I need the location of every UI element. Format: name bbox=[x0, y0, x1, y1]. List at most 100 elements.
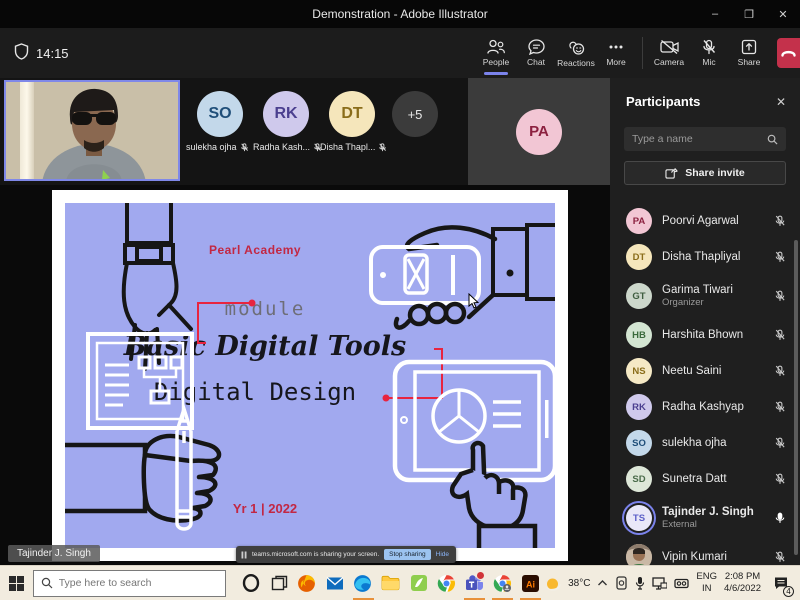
participant-row-radha[interactable]: RK Radha Kashyap bbox=[610, 389, 800, 425]
mic-off-icon bbox=[770, 365, 786, 377]
spotlight-tile-poorvi[interactable]: PA bbox=[468, 78, 610, 185]
edge-icon[interactable] bbox=[349, 566, 377, 600]
illustrator-icon[interactable]: Ai bbox=[516, 566, 544, 600]
language-indicator[interactable]: ENG IN bbox=[696, 571, 717, 595]
reactions-button[interactable]: Reactions bbox=[556, 28, 596, 78]
avatar-disha[interactable]: DT bbox=[329, 91, 375, 137]
toolbar-divider bbox=[642, 37, 643, 69]
avatar-name-disha: Disha Thapl... bbox=[320, 142, 387, 152]
illustrator-canvas: Pearl Academy module Basic Digital Tools… bbox=[52, 190, 568, 561]
share-invite-button[interactable]: Share invite bbox=[624, 161, 786, 185]
tablet-pointing-hand-illustration bbox=[387, 358, 555, 548]
shared-screen: Pearl Academy module Basic Digital Tools… bbox=[0, 185, 610, 565]
participant-role: External bbox=[662, 519, 760, 530]
camera-button[interactable]: Camera bbox=[649, 28, 689, 78]
teams-meeting-window: Demonstration - Adobe Illustrator – ❐ ✕ … bbox=[0, 0, 800, 600]
more-label: More bbox=[606, 57, 625, 67]
presenter-name-label: Tajinder J. Singh bbox=[8, 545, 100, 562]
notification-badge: 4 bbox=[783, 586, 794, 597]
avatar: RK bbox=[626, 394, 652, 420]
window-title: Demonstration - Adobe Illustrator bbox=[0, 7, 800, 21]
participants-panel: Participants ✕ Share invite PA Poorvi Ag… bbox=[610, 78, 800, 565]
participant-row-vipin[interactable]: Vipin Kumari bbox=[610, 539, 800, 565]
avatar-radha[interactable]: RK bbox=[263, 91, 309, 137]
minimize-button[interactable]: – bbox=[698, 0, 732, 28]
participants-title: Participants bbox=[626, 94, 700, 109]
share-banner-message: teams.microsoft.com is sharing your scre… bbox=[252, 551, 379, 558]
avatar-photo bbox=[626, 544, 652, 565]
mail-icon[interactable] bbox=[321, 566, 349, 600]
pause-icon bbox=[241, 551, 247, 559]
tray-date: 4/6/2022 bbox=[724, 583, 761, 595]
mic-off-icon bbox=[770, 473, 786, 485]
start-button[interactable] bbox=[0, 566, 33, 600]
weather-sun-icon[interactable] bbox=[544, 576, 561, 591]
task-view-icon[interactable] bbox=[265, 566, 293, 600]
chat-icon bbox=[528, 39, 545, 55]
wps-icon[interactable] bbox=[405, 566, 433, 600]
folder-icon[interactable] bbox=[377, 566, 405, 600]
avatar-name-sulekha: sulekha ojha bbox=[186, 142, 249, 152]
mic-off-icon bbox=[770, 401, 786, 413]
hide-banner-button[interactable]: Hide bbox=[436, 551, 449, 558]
screen-share-banner: teams.microsoft.com is sharing your scre… bbox=[236, 546, 456, 563]
self-video-tile[interactable] bbox=[4, 80, 180, 181]
participant-role: Organizer bbox=[662, 297, 760, 308]
opera-icon[interactable] bbox=[237, 566, 265, 600]
window-titlebar: Demonstration - Adobe Illustrator – ❐ ✕ bbox=[0, 0, 800, 28]
people-button[interactable]: People bbox=[476, 28, 516, 78]
avatar: HB bbox=[626, 322, 652, 348]
participant-row-sulekha[interactable]: SO sulekha ojha bbox=[610, 425, 800, 461]
close-button[interactable]: ✕ bbox=[766, 0, 800, 28]
participant-search[interactable] bbox=[624, 127, 786, 151]
participant-row-neetu[interactable]: NS Neetu Saini bbox=[610, 353, 800, 389]
chrome-icon[interactable] bbox=[432, 566, 460, 600]
tray-camera-icon[interactable] bbox=[674, 578, 689, 589]
participant-row-garima[interactable]: GT Garima Tiwari Organizer bbox=[610, 275, 800, 317]
taskbar-search-input[interactable] bbox=[59, 577, 218, 589]
participant-row-sunetra[interactable]: SD Sunetra Datt bbox=[610, 461, 800, 497]
share-button[interactable]: Share bbox=[729, 28, 769, 78]
avatar: PA bbox=[626, 208, 652, 234]
chrome-profile-icon[interactable] bbox=[488, 566, 516, 600]
maximize-button[interactable]: ❐ bbox=[732, 0, 766, 28]
more-button[interactable]: More bbox=[596, 28, 636, 78]
mic-off-icon bbox=[240, 143, 249, 152]
action-center-button[interactable]: 4 bbox=[768, 566, 794, 600]
mic-off-icon bbox=[770, 551, 786, 563]
mic-button[interactable]: Mic bbox=[689, 28, 729, 78]
people-label: People bbox=[483, 57, 509, 67]
taskbar-search[interactable] bbox=[33, 570, 226, 597]
search-icon bbox=[767, 134, 778, 145]
participant-row-poorvi[interactable]: PA Poorvi Agarwal bbox=[610, 203, 800, 239]
avatar-overflow[interactable]: +5 bbox=[392, 91, 438, 137]
system-tray: 38°C ENG IN 2:08 PM 4/6/2022 4 bbox=[544, 566, 800, 600]
participant-row-tajinder[interactable]: TS Tajinder J. Singh External bbox=[610, 497, 800, 539]
stop-sharing-button[interactable]: Stop sharing bbox=[384, 549, 431, 560]
tray-display-icon[interactable] bbox=[652, 577, 667, 590]
chevron-up-icon[interactable] bbox=[597, 579, 608, 587]
presenter-webcam-person bbox=[6, 82, 180, 181]
participant-search-input[interactable] bbox=[632, 133, 761, 145]
tray-time: 2:08 PM bbox=[724, 571, 761, 583]
close-panel-button[interactable]: ✕ bbox=[776, 95, 786, 109]
avatar-sulekha[interactable]: SO bbox=[197, 91, 243, 137]
panel-scrollbar[interactable] bbox=[794, 240, 798, 555]
teams-notification-badge bbox=[476, 571, 485, 580]
leave-button[interactable]: Leave bbox=[777, 38, 800, 68]
tray-mic-icon[interactable] bbox=[635, 576, 645, 590]
avatar: GT bbox=[626, 283, 652, 309]
chat-label: Chat bbox=[527, 57, 545, 67]
firefox-icon[interactable] bbox=[293, 566, 321, 600]
participant-row-harshita[interactable]: HB Harshita Bhown bbox=[610, 317, 800, 353]
weather-temp[interactable]: 38°C bbox=[568, 578, 590, 589]
mic-off-icon bbox=[770, 215, 786, 227]
participant-row-disha[interactable]: DT Disha Thapliyal bbox=[610, 239, 800, 275]
tray-teams-icon[interactable] bbox=[615, 576, 628, 590]
teams-icon[interactable] bbox=[460, 566, 488, 600]
clock[interactable]: 2:08 PM 4/6/2022 bbox=[724, 571, 761, 595]
meeting-timer: 14:15 bbox=[36, 46, 69, 61]
search-icon bbox=[41, 577, 53, 589]
avatar: DT bbox=[626, 244, 652, 270]
chat-button[interactable]: Chat bbox=[516, 28, 556, 78]
